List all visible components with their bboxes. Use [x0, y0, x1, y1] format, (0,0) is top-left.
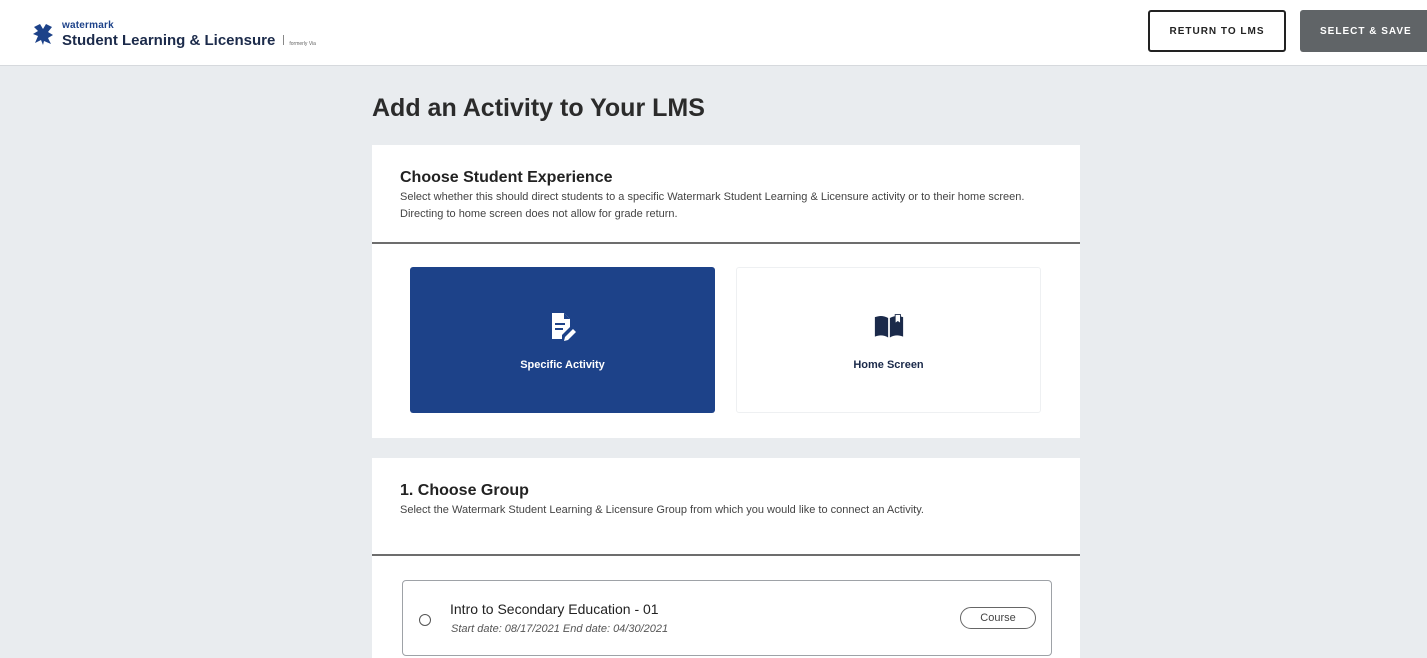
group-name: Intro to Secondary Education - 01 — [450, 601, 659, 617]
home-screen-option[interactable]: Home Screen — [736, 267, 1041, 413]
brand-company: watermark — [62, 19, 114, 31]
brand-logo: watermark Student Learning & Licensure f… — [30, 14, 316, 54]
student-experience-title: Choose Student Experience — [400, 169, 613, 186]
watermark-logo-icon — [30, 21, 56, 47]
document-edit-icon — [548, 309, 578, 343]
student-experience-card: Choose Student Experience Select whether… — [372, 145, 1080, 438]
card-divider — [372, 554, 1080, 556]
choose-group-description: Select the Watermark Student Learning & … — [400, 504, 924, 516]
brand-product-name: Student Learning & Licensure — [62, 31, 276, 49]
specific-activity-label: Specific Activity — [520, 359, 605, 371]
student-experience-description: Select whether this should direct studen… — [400, 191, 1025, 220]
brand-formerly-text: formerly Via — [289, 40, 316, 47]
choose-group-title: 1. Choose Group — [400, 482, 529, 499]
group-list-item[interactable]: Intro to Secondary Education - 01 Start … — [402, 580, 1052, 656]
card-divider — [372, 242, 1080, 244]
group-type-badge: Course — [960, 607, 1036, 629]
open-book-icon — [874, 309, 904, 343]
brand-separator — [283, 35, 285, 45]
page-title: Add an Activity to Your LMS — [372, 94, 705, 122]
group-dates: Start date: 08/17/2021 End date: 04/30/2… — [451, 623, 669, 635]
choose-group-card: 1. Choose Group Select the Watermark Stu… — [372, 458, 1080, 658]
return-to-lms-button[interactable]: RETURN TO LMS — [1148, 10, 1286, 52]
group-radio-button[interactable] — [419, 614, 431, 626]
home-screen-label: Home Screen — [853, 359, 924, 371]
top-bar: watermark Student Learning & Licensure f… — [0, 0, 1427, 66]
select-and-save-button[interactable]: SELECT & SAVE — [1300, 10, 1427, 52]
specific-activity-option[interactable]: Specific Activity — [410, 267, 715, 413]
